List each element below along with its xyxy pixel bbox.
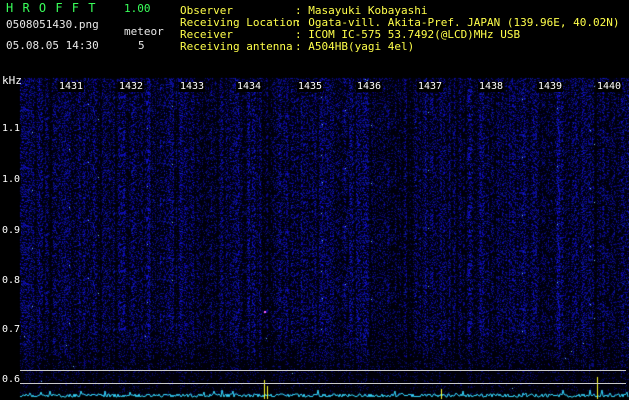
- meteor-count: 5: [138, 39, 145, 52]
- freq-tick: 1.1: [1, 123, 22, 134]
- time-tick: 1431: [58, 81, 85, 92]
- time-tick: 1436: [356, 81, 383, 92]
- time-tick: 1434: [236, 81, 263, 92]
- antenna-label: Receiving antenna: [180, 40, 293, 53]
- time-tick: 1438: [478, 81, 505, 92]
- file-name: 0508051430.png: [6, 18, 99, 31]
- spectrogram-canvas: [0, 0, 629, 400]
- time-tick: 1433: [179, 81, 206, 92]
- hroft-window: H R O F F T 1.00 0508051430.png 05.08.05…: [0, 0, 629, 400]
- app-version: 1.00: [124, 2, 151, 15]
- meteor-label: meteor: [124, 25, 164, 38]
- time-tick: 1440: [596, 81, 623, 92]
- date-time: 05.08.05 14:30: [6, 39, 99, 52]
- freq-tick: 0.9: [1, 225, 22, 236]
- freq-tick: 0.7: [1, 324, 22, 335]
- time-tick: 1437: [417, 81, 444, 92]
- antenna-value: : A504HB(yagi 4el): [295, 40, 415, 53]
- app-name: H R O F F T: [6, 1, 97, 15]
- freq-tick: 0.6: [1, 374, 22, 385]
- time-tick: 1439: [537, 81, 564, 92]
- freq-tick: 0.8: [1, 275, 22, 286]
- time-tick: 1432: [118, 81, 145, 92]
- freq-tick: 1.0: [1, 174, 22, 185]
- unit-label: kHz: [2, 74, 22, 87]
- time-tick: 1435: [297, 81, 324, 92]
- reference-line: [20, 370, 626, 371]
- reference-line: [20, 383, 626, 384]
